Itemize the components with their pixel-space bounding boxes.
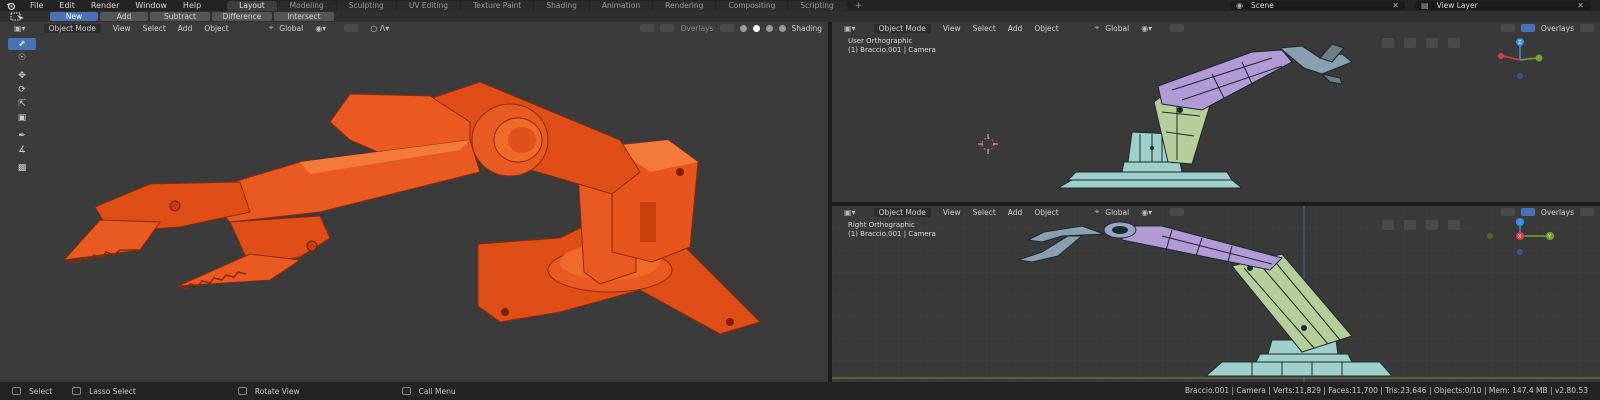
robot-arm-render — [62, 81, 761, 335]
scene-statistics: Braccio.001 | Camera | Verts:11,829 | Fa… — [1184, 386, 1588, 395]
tab-shading[interactable]: Shading — [534, 1, 589, 11]
menu-file[interactable]: File — [22, 0, 51, 11]
boolean-intersect-button[interactable]: Intersect — [274, 12, 334, 21]
tool-options-bar: New Add Subtract Difference Intersect — [0, 11, 1600, 22]
boolean-difference-button[interactable]: Difference — [212, 12, 272, 21]
main-3d-viewport[interactable]: ▣▾ Object Mode View Select Add Object ⌖ G… — [0, 22, 828, 382]
tab-scripting[interactable]: Scripting — [788, 1, 846, 11]
boolean-add-button[interactable]: Add — [100, 12, 148, 21]
scene-selector[interactable]: ◉ Scene ✕ — [1230, 1, 1405, 10]
scene-icon: ◉ — [1236, 1, 1243, 10]
main-menu: File Edit Render Window Help — [22, 0, 209, 11]
add-workspace-button[interactable]: + — [847, 1, 871, 11]
tab-modeling[interactable]: Modeling — [277, 1, 336, 11]
tab-compositing[interactable]: Compositing — [716, 1, 788, 11]
right-ortho-viewport[interactable]: ▣▾ Object Mode View Select Add Object ⌖ G… — [832, 206, 1600, 382]
mouse-left-icon — [12, 387, 21, 395]
menu-render[interactable]: Render — [83, 0, 127, 11]
arm-wireframe-right — [1017, 221, 1394, 377]
status-call-menu: Call Menu — [401, 387, 456, 396]
close-icon[interactable]: ✕ — [1392, 1, 1399, 10]
workspace-tabs: Layout Modeling Sculpting UV Editing Tex… — [227, 0, 870, 11]
tab-texture-paint[interactable]: Texture Paint — [460, 1, 534, 11]
view-layer-selector[interactable]: ▤ View Layer ✕ — [1415, 1, 1590, 10]
mouse-right-icon — [237, 387, 247, 395]
menu-help[interactable]: Help — [175, 0, 209, 11]
view-layer-name: View Layer — [1436, 1, 1478, 10]
arm-wireframe-user — [1056, 43, 1353, 189]
user-ortho-viewport[interactable]: ▣▾ Object Mode View Select Add Object ⌖ G… — [832, 22, 1600, 202]
top-menu-bar: File Edit Render Window Help Layout Mode… — [0, 0, 1600, 11]
tab-animation[interactable]: Animation — [589, 1, 653, 11]
blender-logo-icon[interactable] — [0, 0, 22, 11]
layers-icon: ▤ — [1421, 1, 1429, 10]
scene-name: Scene — [1250, 1, 1274, 10]
tab-uv-editing[interactable]: UV Editing — [396, 1, 460, 11]
status-bar: Select Lasso Select Rotate View Call Men… — [0, 382, 1600, 400]
close-icon[interactable]: ✕ — [1577, 1, 1584, 10]
boolean-new-button[interactable]: New — [50, 12, 98, 21]
menu-edit[interactable]: Edit — [51, 0, 83, 11]
tab-rendering[interactable]: Rendering — [653, 1, 716, 11]
mouse-middle-icon — [72, 387, 82, 395]
mouse-icon — [401, 387, 411, 395]
tab-layout[interactable]: Layout — [227, 1, 277, 11]
status-rotate: Rotate View — [237, 387, 300, 396]
select-box-icon[interactable] — [10, 12, 32, 22]
menu-window[interactable]: Window — [127, 0, 175, 11]
status-select: Select — [12, 387, 52, 396]
boolean-subtract-button[interactable]: Subtract — [150, 12, 210, 21]
tab-sculpting[interactable]: Sculpting — [336, 1, 396, 11]
status-lasso: Lasso Select — [72, 387, 136, 396]
